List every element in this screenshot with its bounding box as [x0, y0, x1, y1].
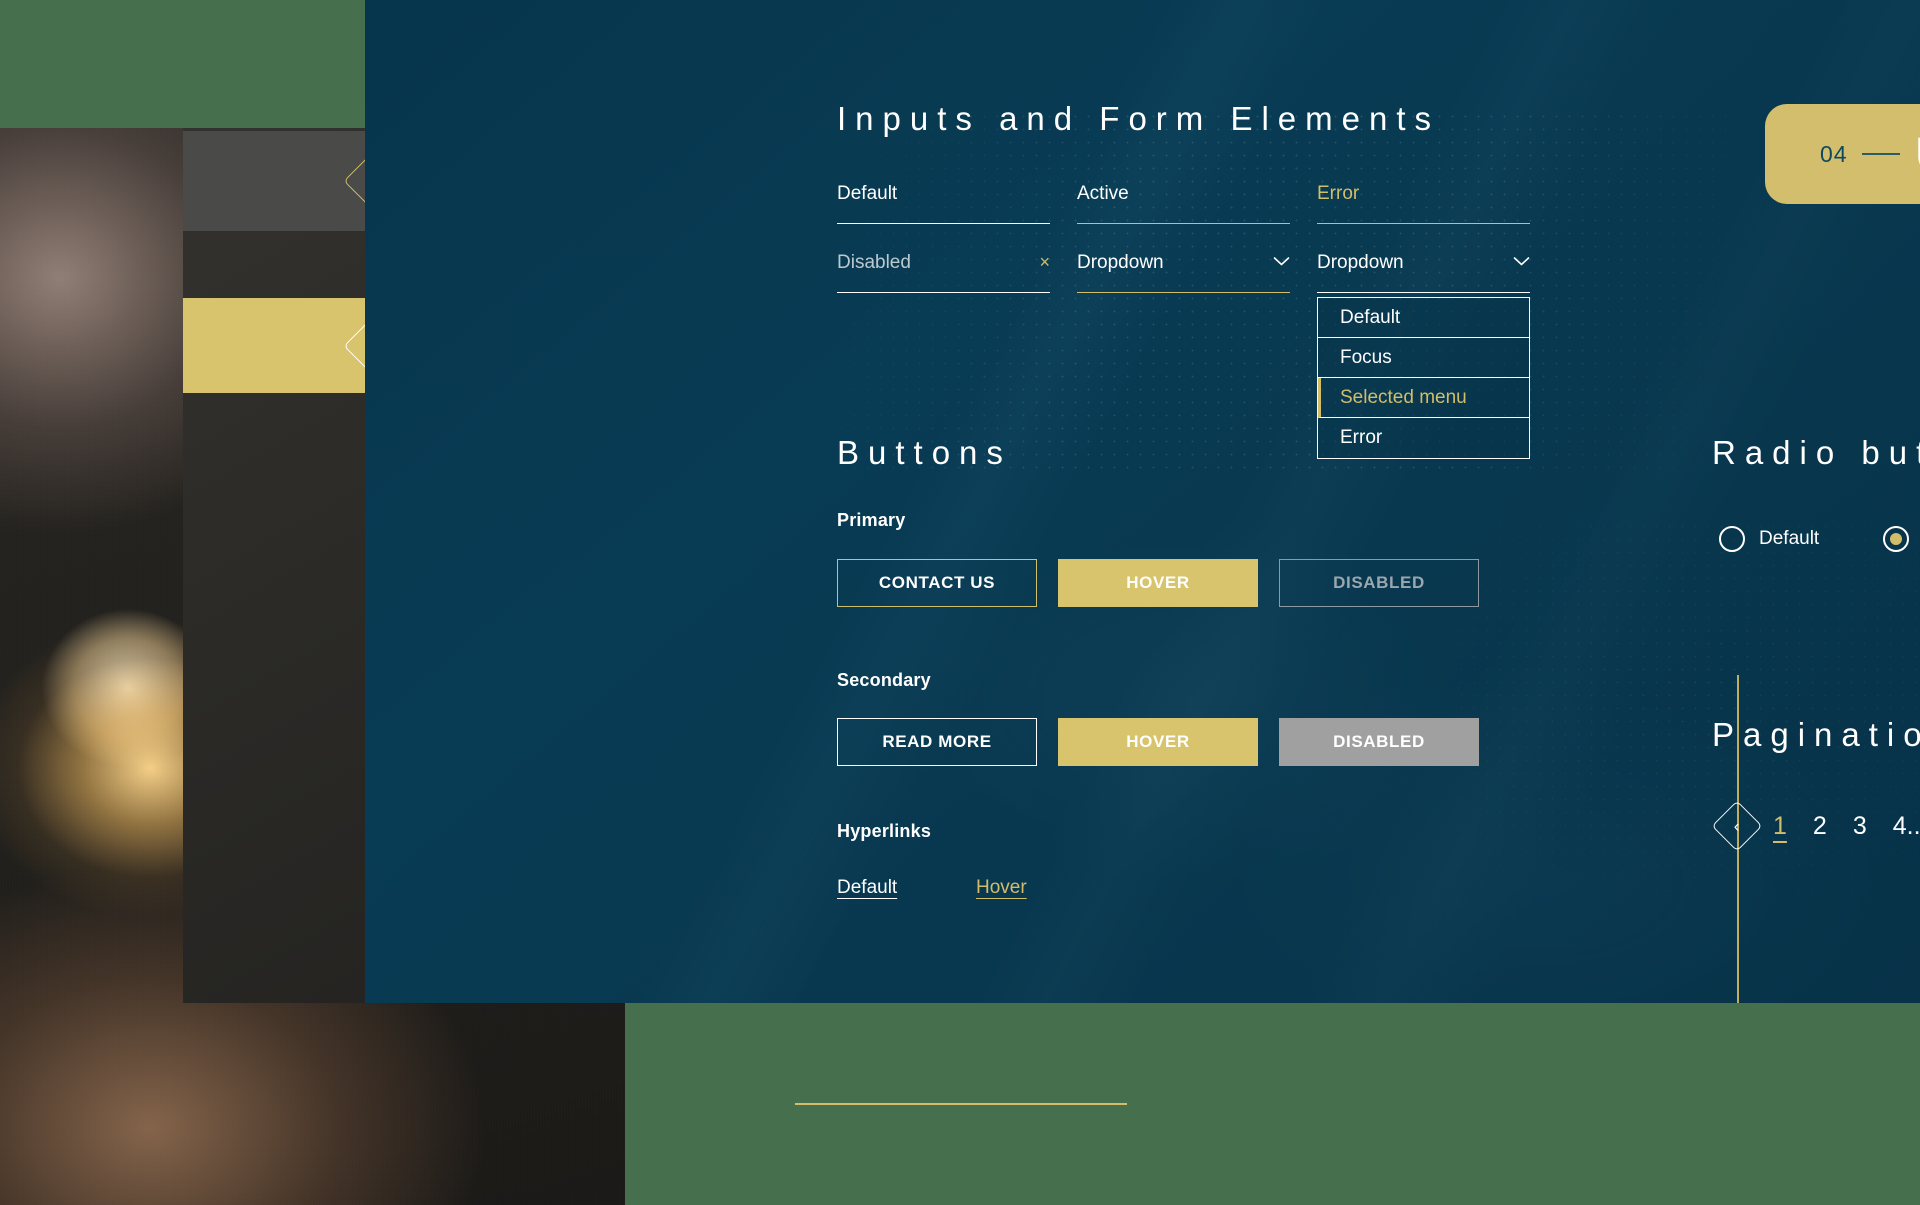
radio-default[interactable]: Default — [1719, 525, 1820, 552]
radio-circle-icon — [1719, 525, 1745, 552]
secondary-disabled-button: DISABLED — [1279, 718, 1479, 766]
menu-item-selected[interactable]: Selected menu — [1318, 378, 1529, 418]
dropdown-menu: Default Focus Selected menu Error — [1317, 297, 1530, 459]
slide-canvas: 04 UI Elements Inputs and Form Elements … — [0, 0, 1920, 1205]
dropdown-open-label: Dropdown — [1317, 252, 1404, 273]
pagination: ‹ 1 2 3 4... › — [1711, 800, 1920, 852]
input-active-label: Active — [1077, 183, 1129, 204]
input-disabled-label: Disabled — [837, 252, 911, 273]
primary-disabled-button: DISABLED — [1279, 559, 1479, 607]
menu-item-default[interactable]: Default — [1318, 298, 1529, 338]
secondary-group-label: Secondary — [837, 670, 931, 690]
hyperlink-default[interactable]: Default — [837, 877, 897, 899]
chevron-down-icon — [1513, 249, 1530, 267]
dropdown-active-label: Dropdown — [1077, 252, 1164, 273]
menu-item-focus[interactable]: Focus — [1318, 338, 1529, 378]
menu-item-error[interactable]: Error — [1318, 418, 1529, 458]
pagination-heading: Pagination — [1712, 716, 1920, 753]
close-x-icon[interactable]: × — [1039, 249, 1050, 271]
input-default[interactable]: Default — [837, 180, 1050, 224]
pagination-page-3[interactable]: 3 — [1853, 813, 1867, 839]
pagination-page-4[interactable]: 4... — [1893, 813, 1920, 839]
section-title: UI Elements — [1916, 128, 1920, 180]
input-error-label: Error — [1317, 183, 1360, 204]
input-disabled: Disabled × — [837, 249, 1050, 293]
badge-dash — [1861, 153, 1900, 155]
input-default-label: Default — [837, 183, 898, 204]
read-more-button[interactable]: READ MORE — [837, 718, 1037, 766]
section-number: 04 — [1820, 140, 1848, 167]
dropdown-open[interactable]: Dropdown — [1317, 249, 1530, 293]
input-active[interactable]: Active — [1077, 180, 1290, 224]
pagination-page-1[interactable]: 1 — [1773, 813, 1787, 839]
chevron-down-icon — [1273, 249, 1290, 267]
primary-hover-button[interactable]: HOVER — [1058, 559, 1258, 607]
chevron-left-icon: ‹ — [1734, 816, 1740, 836]
secondary-hover-button[interactable]: HOVER — [1058, 718, 1258, 766]
radio-circle-filled-icon — [1883, 525, 1910, 552]
buttons-heading: Buttons — [837, 434, 1012, 471]
pagination-prev-button[interactable]: ‹ — [1711, 800, 1763, 852]
radio-buttons-heading: Radio buttons — [1712, 434, 1920, 471]
hyperlink-hover[interactable]: Hover — [976, 877, 1027, 899]
decorative-rule — [795, 1103, 1127, 1105]
radio-selected[interactable]: Selected — [1883, 525, 1920, 552]
pagination-page-2[interactable]: 2 — [1813, 813, 1827, 839]
radio-group: Default Selected — [1719, 522, 1920, 555]
contact-us-button[interactable]: CONTACT US — [837, 559, 1037, 607]
input-error[interactable]: Error — [1317, 180, 1530, 224]
radio-default-label: Default — [1759, 527, 1820, 549]
primary-group-label: Primary — [837, 510, 906, 530]
hyperlinks-group-label: Hyperlinks — [837, 821, 932, 841]
ui-elements-card: 04 UI Elements Inputs and Form Elements … — [365, 0, 1920, 1003]
inputs-heading: Inputs and Form Elements — [837, 100, 1441, 137]
section-badge: 04 UI Elements — [1765, 104, 1920, 204]
dropdown-active[interactable]: Dropdown — [1077, 249, 1290, 293]
